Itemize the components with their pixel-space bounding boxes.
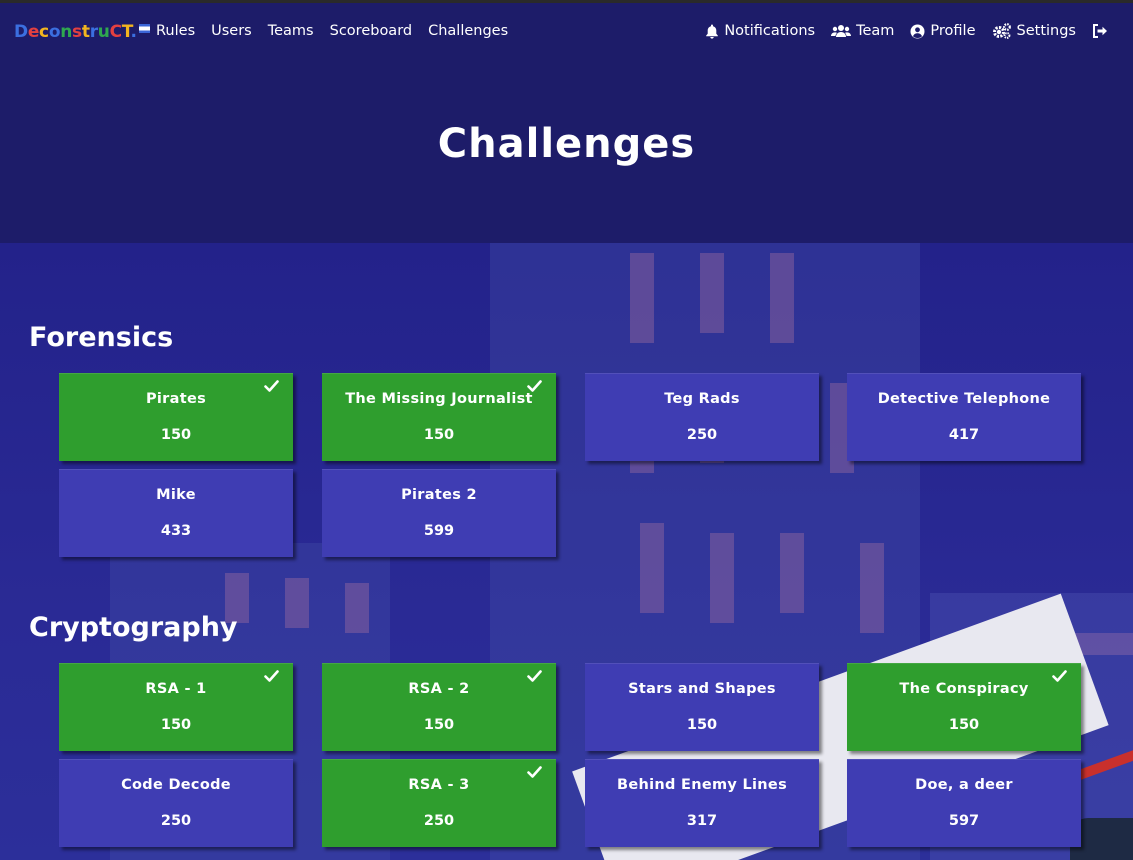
challenge-card[interactable]: Doe, a deer 597 xyxy=(847,759,1081,847)
challenge-name: Detective Telephone xyxy=(877,391,1051,407)
challenge-points: 150 xyxy=(423,427,455,443)
check-icon xyxy=(527,766,542,778)
logout-button[interactable] xyxy=(1092,24,1113,38)
flag-icon xyxy=(138,24,150,33)
brand-letter: . xyxy=(130,22,137,42)
check-icon xyxy=(527,670,542,682)
nav-challenges-link[interactable]: Challenges xyxy=(428,23,508,39)
challenge-name: RSA - 3 xyxy=(408,777,470,793)
brand-letter: n xyxy=(60,22,73,42)
brand-logo[interactable]: DeconstruCT. xyxy=(14,22,150,46)
check-icon xyxy=(264,380,279,392)
challenge-card[interactable]: Pirates 2 599 xyxy=(322,469,556,557)
check-icon xyxy=(264,670,279,682)
challenge-card[interactable]: Teg Rads 250 xyxy=(585,373,819,461)
challenge-points: 417 xyxy=(948,427,980,443)
challenge-card[interactable]: The Conspiracy 150 xyxy=(847,663,1081,751)
navbar: DeconstruCT. Rules Users Teams Scoreboar… xyxy=(0,3,1133,61)
notifications-label: Notifications xyxy=(724,23,816,39)
challenge-card[interactable]: Code Decode 250 xyxy=(59,759,293,847)
check-icon xyxy=(1052,670,1067,682)
settings-link[interactable]: Settings xyxy=(992,23,1076,39)
challenge-card[interactable]: Mike 433 xyxy=(59,469,293,557)
challenge-points: 599 xyxy=(423,523,455,539)
check-icon xyxy=(527,380,542,392)
challenge-name: Pirates xyxy=(145,391,207,407)
page-header: Challenges xyxy=(0,61,1133,243)
challenge-points: 150 xyxy=(686,717,718,733)
challenge-name: Mike xyxy=(156,487,196,503)
challenge-card[interactable]: Detective Telephone 417 xyxy=(847,373,1081,461)
challenge-card[interactable]: RSA - 3 250 xyxy=(322,759,556,847)
brand-letter: e xyxy=(27,22,40,42)
brand-letter: r xyxy=(89,22,98,42)
notifications-link[interactable]: Notifications xyxy=(705,23,815,39)
challenge-card[interactable]: RSA - 2 150 xyxy=(322,663,556,751)
challenge-points: 317 xyxy=(686,813,718,829)
profile-label: Profile xyxy=(930,23,976,39)
user-circle-icon xyxy=(910,24,925,38)
brand-letter: D xyxy=(14,22,28,42)
challenge-card[interactable]: The Missing Journalist 150 xyxy=(322,373,556,461)
challenge-points: 150 xyxy=(423,717,455,733)
brand-letter: C xyxy=(109,22,122,42)
challenge-points: 150 xyxy=(160,717,192,733)
challenge-name: Doe, a deer xyxy=(915,777,1013,793)
nav-links: Rules Users Teams Scoreboard Challenges xyxy=(156,23,524,39)
brand-letter: T xyxy=(121,22,131,42)
challenge-name: Code Decode xyxy=(121,777,231,793)
challenge-name: Stars and Shapes xyxy=(628,681,776,697)
nav-teams-link[interactable]: Teams xyxy=(268,23,314,39)
settings-label: Settings xyxy=(1016,23,1076,39)
category-title-cryptography: Cryptography xyxy=(29,612,238,643)
challenge-points: 150 xyxy=(160,427,192,443)
brand-letter: t xyxy=(81,22,90,42)
sign-out-icon xyxy=(1093,24,1107,38)
challenge-name: RSA - 1 xyxy=(145,681,207,697)
team-label: Team xyxy=(856,23,895,39)
team-link[interactable]: Team xyxy=(831,23,894,39)
profile-link[interactable]: Profile xyxy=(910,23,976,39)
nav-scoreboard-link[interactable]: Scoreboard xyxy=(330,23,412,39)
challenge-card[interactable]: RSA - 1 150 xyxy=(59,663,293,751)
brand-letter: o xyxy=(48,22,61,42)
challenge-points: 250 xyxy=(686,427,718,443)
challenge-points: 150 xyxy=(948,717,980,733)
category-title-forensics: Forensics xyxy=(29,322,174,353)
nav-rules-link[interactable]: Rules xyxy=(156,23,195,39)
challenge-card[interactable]: Behind Enemy Lines 317 xyxy=(585,759,819,847)
bell-icon xyxy=(706,24,719,39)
challenge-points: 250 xyxy=(423,813,455,829)
challenge-name: Teg Rads xyxy=(664,391,740,407)
brand-letter: u xyxy=(97,22,110,42)
challenge-name: RSA - 2 xyxy=(408,681,470,697)
challenge-points: 597 xyxy=(948,813,980,829)
challenge-name: The Conspiracy xyxy=(899,681,1029,697)
challenge-card[interactable]: Stars and Shapes 150 xyxy=(585,663,819,751)
challenge-name: Pirates 2 xyxy=(401,487,477,503)
page-title: Challenges xyxy=(437,121,696,167)
challenge-card[interactable]: Pirates 150 xyxy=(59,373,293,461)
challenge-points: 250 xyxy=(160,813,192,829)
challenge-points: 433 xyxy=(160,523,192,539)
nav-users-link[interactable]: Users xyxy=(211,23,252,39)
gears-icon xyxy=(992,23,1011,39)
brand-letter: c xyxy=(39,22,49,42)
challenge-name: The Missing Journalist xyxy=(345,391,533,407)
nav-right: Notifications Team Profile Settings xyxy=(689,23,1113,39)
challenge-name: Behind Enemy Lines xyxy=(617,777,787,793)
users-icon xyxy=(831,25,852,37)
brand-letter: s xyxy=(72,22,82,42)
